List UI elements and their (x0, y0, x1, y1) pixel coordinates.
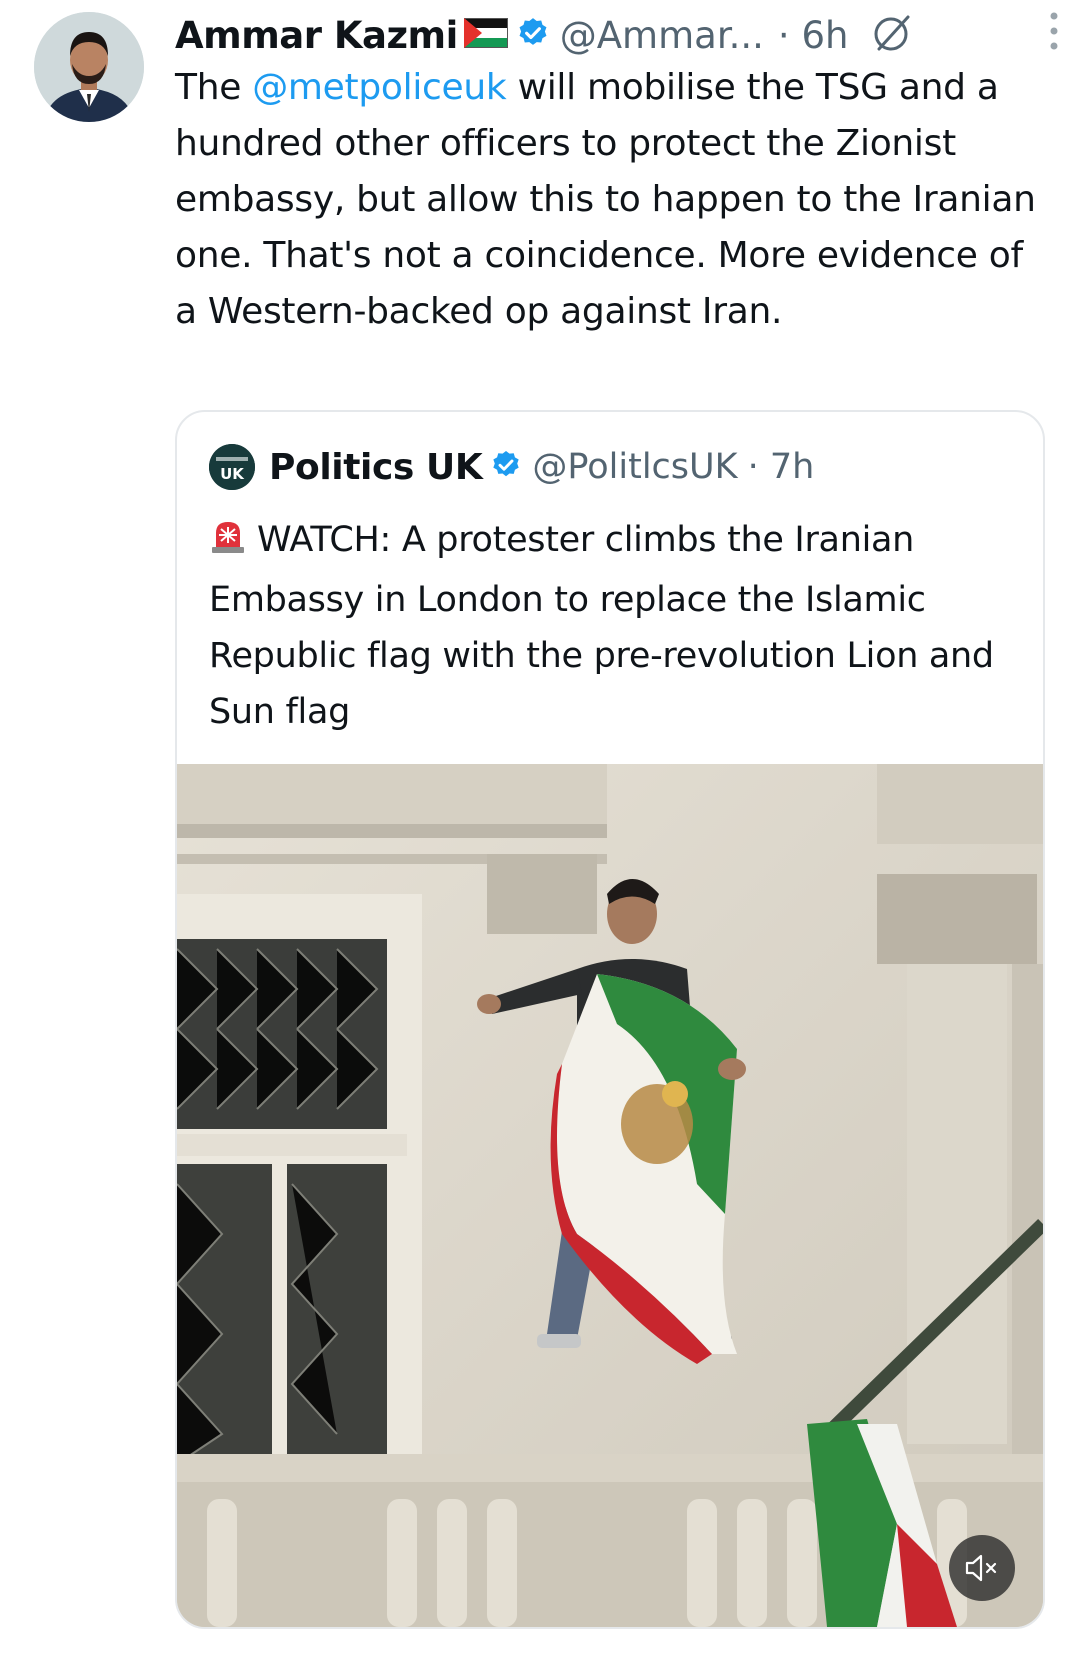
palestine-flag-icon (463, 18, 508, 52)
quote-avatar-text: UK (220, 465, 245, 483)
quote-author-handle[interactable]: @PolitlcsUK (532, 447, 737, 487)
mention-link[interactable]: @metpoliceuk (252, 67, 507, 108)
quoted-tweet-card[interactable]: UK Politics UK @PolitlcsUK · 7h WATCH: A… (175, 410, 1045, 1629)
tweet-text-start: The (175, 67, 253, 108)
tweet-header: Ammar Kazmi @Ammar... · 6h (175, 10, 1055, 60)
quote-avatar[interactable]: UK (209, 444, 255, 490)
author-avatar[interactable] (34, 12, 144, 122)
more-options-icon[interactable] (1048, 8, 1060, 58)
verified-icon (516, 16, 550, 54)
tweet-text: The @metpoliceuk will mobilise the TSG a… (175, 60, 1055, 340)
quote-header: UK Politics UK @PolitlcsUK · 7h (209, 442, 814, 492)
mute-icon (965, 1554, 997, 1582)
author-name[interactable]: Ammar Kazmi (175, 14, 458, 57)
tweet-time[interactable]: · 6h (778, 14, 849, 57)
mute-button[interactable] (949, 1535, 1015, 1601)
quote-author-name[interactable]: Politics UK (269, 447, 483, 488)
video-thumbnail[interactable] (177, 764, 1043, 1627)
grok-icon[interactable] (870, 11, 914, 59)
siren-icon (209, 516, 247, 572)
author-handle[interactable]: @Ammar... (560, 14, 764, 57)
quote-text-body: WATCH: A protester climbs the Iranian Em… (209, 520, 994, 732)
quote-text: WATCH: A protester climbs the Iranian Em… (209, 512, 1019, 740)
author-photo (34, 12, 144, 122)
verified-icon (490, 449, 522, 485)
quote-time[interactable]: · 7h (748, 447, 815, 487)
embassy-protester-image (177, 764, 1043, 1627)
